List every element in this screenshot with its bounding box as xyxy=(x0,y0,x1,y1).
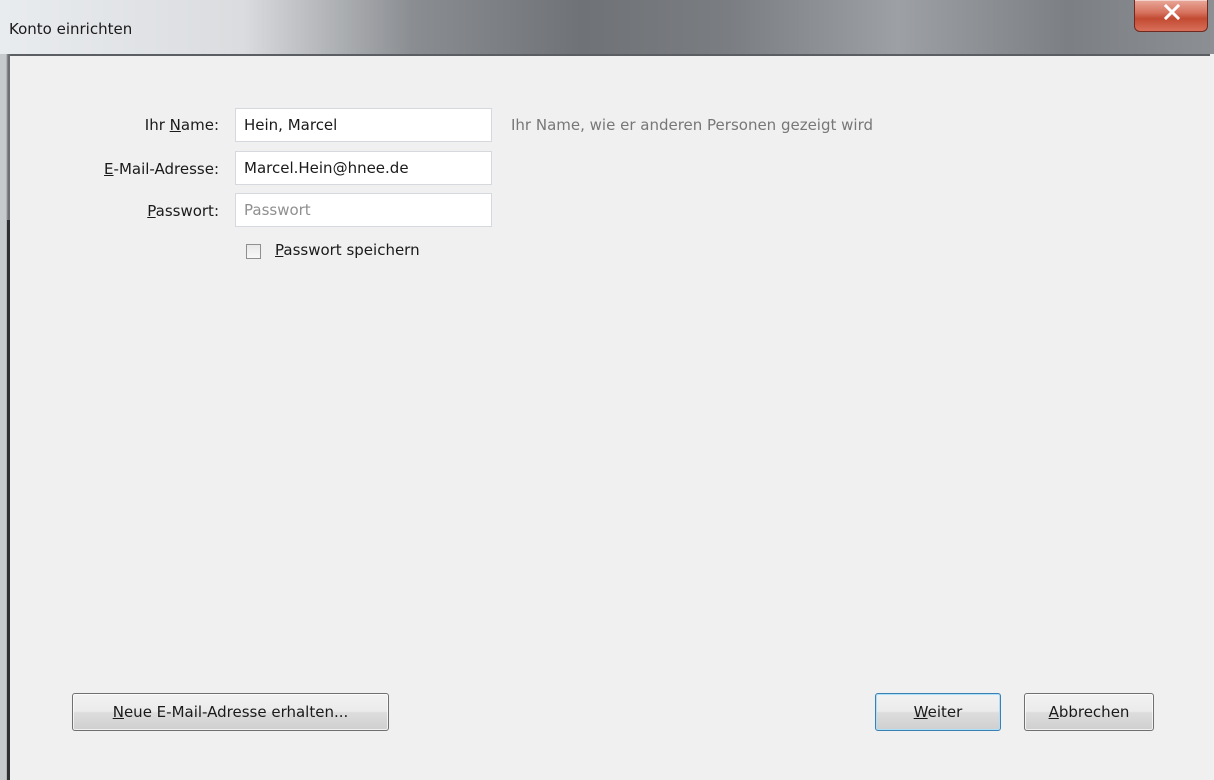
remember-password-label[interactable]: Passwort speichern xyxy=(275,241,420,259)
email-label: E-Mail-Adresse: xyxy=(104,160,219,178)
password-input[interactable] xyxy=(235,193,492,227)
cancel-button[interactable]: Abbrechen xyxy=(1024,693,1154,731)
next-button[interactable]: Weiter xyxy=(875,693,1001,731)
account-setup-window: Konto einrichten Ihr Name: Ihr Name, wie… xyxy=(0,0,1214,780)
window-title: Konto einrichten xyxy=(9,20,133,38)
name-input[interactable] xyxy=(235,108,492,142)
close-icon xyxy=(1163,4,1181,20)
dialog-content: Ihr Name: Ihr Name, wie er anderen Perso… xyxy=(10,56,1214,780)
close-button[interactable] xyxy=(1134,0,1208,32)
password-label: Passwort: xyxy=(147,202,219,220)
title-bar[interactable]: Konto einrichten xyxy=(0,0,1214,54)
name-hint: Ihr Name, wie er anderen Personen gezeig… xyxy=(511,116,873,134)
name-label: Ihr Name: xyxy=(144,116,219,134)
email-input[interactable] xyxy=(235,151,492,185)
remember-password-checkbox[interactable] xyxy=(246,244,261,259)
get-new-address-button[interactable]: Neue E-Mail-Adresse erhalten... xyxy=(72,693,389,731)
